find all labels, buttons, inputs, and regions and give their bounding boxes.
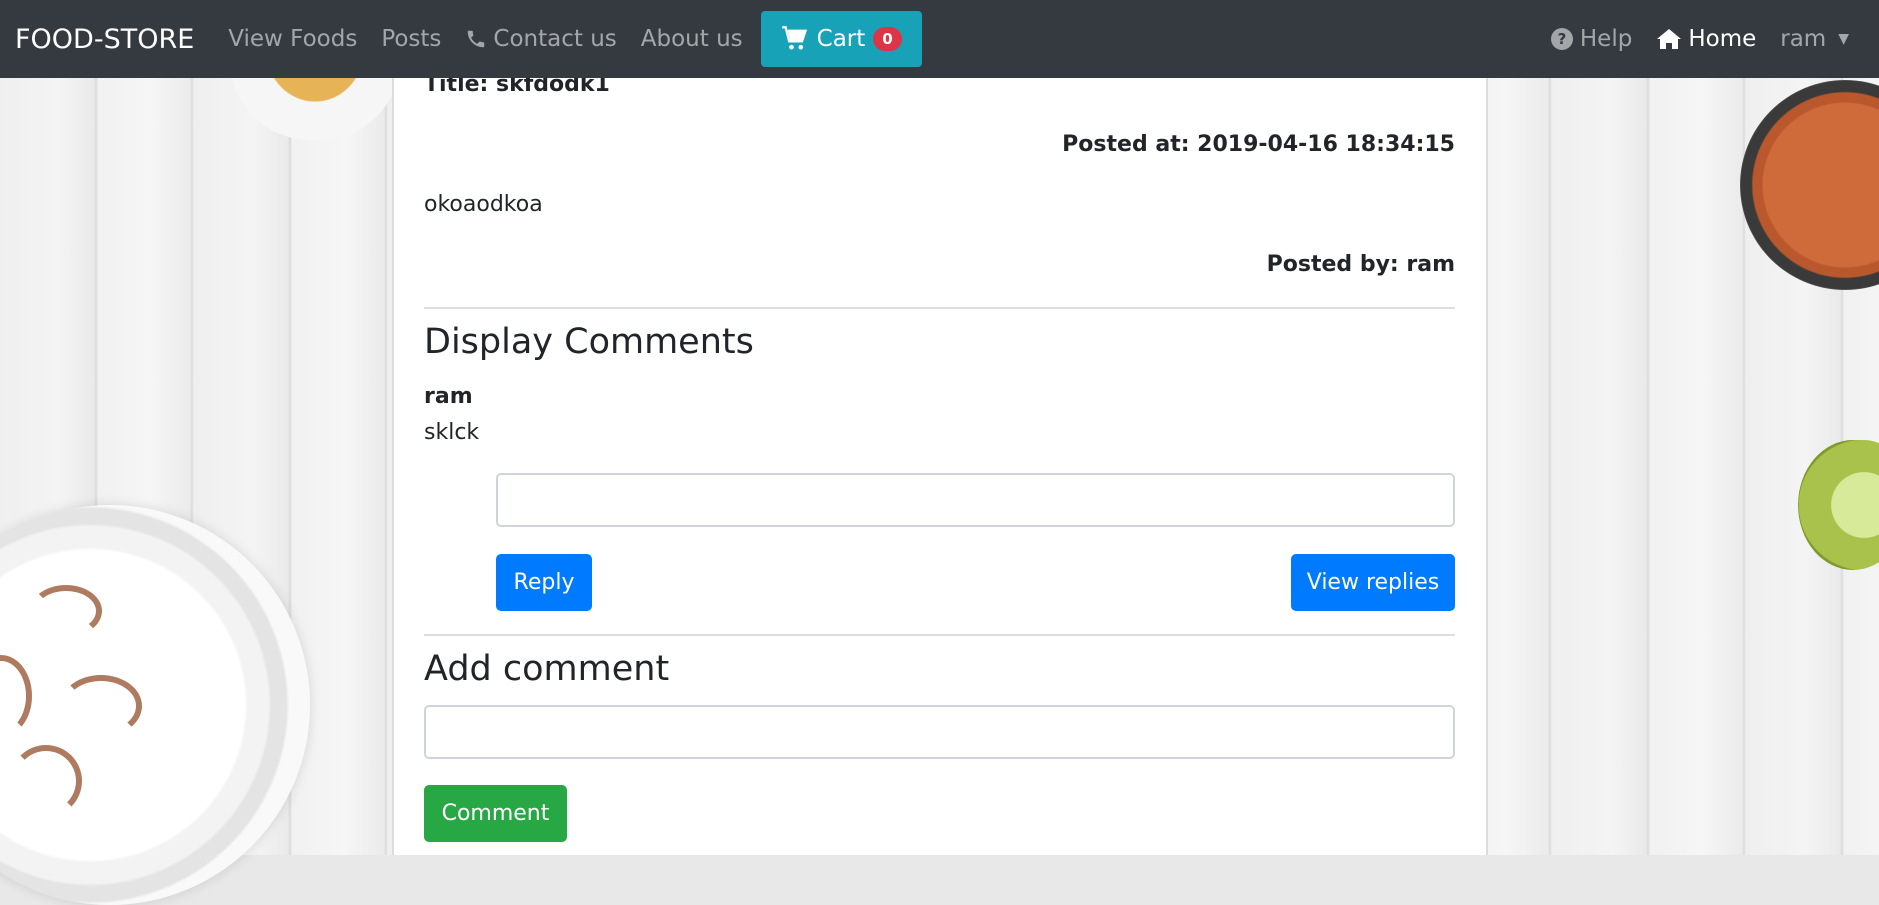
nav-contact[interactable]: Contact us xyxy=(453,26,628,52)
home-icon xyxy=(1657,29,1682,49)
nav-posts[interactable]: Posts xyxy=(369,26,453,52)
view-replies-button[interactable]: View replies xyxy=(1291,554,1455,611)
nav-about[interactable]: About us xyxy=(629,26,755,52)
user-dropdown[interactable]: ram ▼ xyxy=(1768,26,1861,52)
post-body: okoaodkoa xyxy=(424,192,543,217)
add-comment-heading: Add comment xyxy=(424,649,1455,689)
cart-button[interactable]: Cart 0 xyxy=(760,11,922,67)
cart-icon xyxy=(781,26,807,50)
nav-about-label: About us xyxy=(640,26,743,52)
nav-view-foods[interactable]: View Foods xyxy=(216,26,369,52)
post-author: Posted by: ram xyxy=(1266,252,1455,277)
post-timestamp: Posted at: 2019-04-16 18:34:15 xyxy=(1062,132,1455,157)
nav-view-foods-label: View Foods xyxy=(228,26,358,52)
comments-heading-text: Display Comments xyxy=(424,322,754,362)
chevron-down-icon: ▼ xyxy=(1838,31,1849,47)
nav-help-label: Help xyxy=(1579,26,1633,52)
nav-home[interactable]: Home xyxy=(1644,26,1768,52)
comment-button[interactable]: Comment xyxy=(424,785,567,842)
user-name: ram xyxy=(1780,26,1827,52)
nav-help[interactable]: ? Help xyxy=(1538,26,1644,52)
nav-home-label: Home xyxy=(1688,26,1757,52)
comments-section-heading: Display Comments xyxy=(424,322,1455,362)
comment-input[interactable] xyxy=(424,705,1455,759)
brand-logo[interactable]: FOOD-STORE xyxy=(15,24,194,55)
cart-label: Cart xyxy=(816,26,866,52)
divider xyxy=(424,634,1455,636)
nav-contact-label: Contact us xyxy=(493,26,617,52)
reply-input[interactable] xyxy=(496,473,1455,527)
nav-posts-label: Posts xyxy=(381,26,442,52)
question-circle-icon: ? xyxy=(1550,28,1573,50)
reply-button[interactable]: Reply xyxy=(496,554,592,611)
cart-count-badge: 0 xyxy=(873,27,902,51)
post-card: Title: skfdodk1 Posted at: 2019-04-16 18… xyxy=(392,72,1488,855)
comment-text: sklck xyxy=(424,420,480,445)
phone-icon xyxy=(468,30,485,48)
svg-text:?: ? xyxy=(1558,30,1567,48)
top-navbar: FOOD-STORE View Foods Posts Contact us A… xyxy=(0,0,1879,78)
comment-author: ram xyxy=(424,384,473,409)
divider xyxy=(424,307,1455,309)
add-comment-heading-text: Add comment xyxy=(424,649,670,689)
